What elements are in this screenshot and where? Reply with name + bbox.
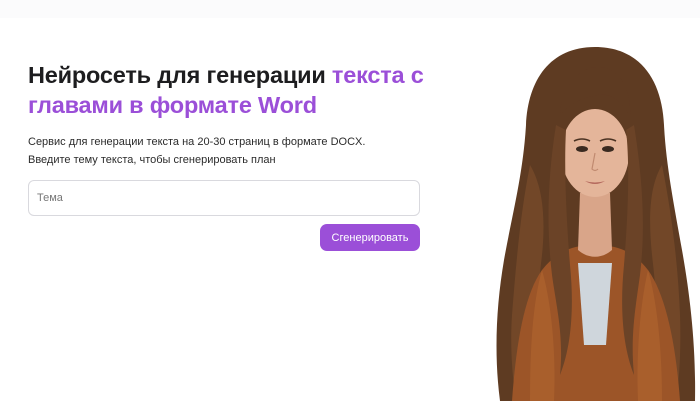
woman-portrait-image — [496, 47, 696, 401]
page-subtitle: Сервис для генерации текста на 20-30 стр… — [28, 134, 428, 169]
generate-button[interactable]: Сгенерировать — [320, 224, 420, 251]
page-title: Нейросеть для генерации текста с главами… — [28, 60, 428, 120]
subtitle-line-1: Сервис для генерации текста на 20-30 стр… — [28, 136, 366, 148]
subtitle-line-2: Введите тему текста, чтобы сгенерировать… — [28, 153, 276, 166]
page: Нейросеть для генерации текста с главами… — [0, 0, 700, 401]
topic-input[interactable] — [28, 180, 420, 216]
hero-section: Нейросеть для генерации текста с главами… — [28, 60, 428, 169]
title-main-text: Нейросеть для генерации — [28, 62, 332, 88]
top-strip — [0, 0, 700, 18]
